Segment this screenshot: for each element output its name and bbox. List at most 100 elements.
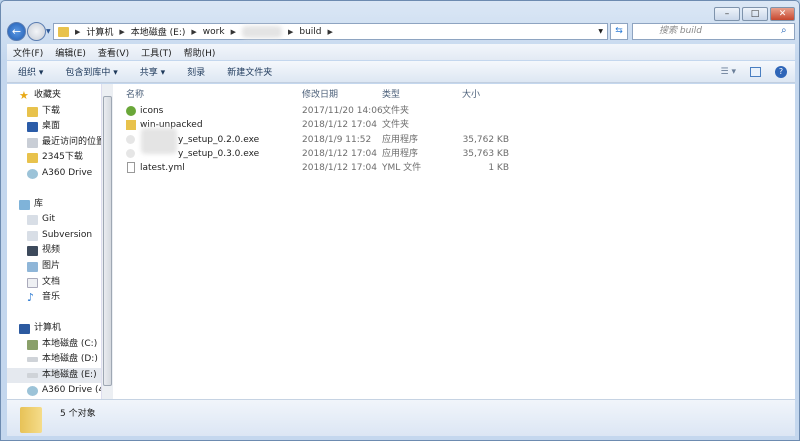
refresh-icon[interactable]: ⇆ — [610, 23, 628, 40]
menu-file[interactable]: 文件(F) — [13, 46, 43, 59]
column-header-name[interactable]: 名称 — [126, 87, 144, 100]
file-name: y_setup_0.3.0.exe — [178, 149, 260, 159]
new-folder-button[interactable]: 新建文件夹 — [227, 65, 272, 78]
sidebar-computer[interactable]: 计算机 — [19, 321, 61, 336]
column-header-type[interactable]: 类型 — [382, 87, 400, 100]
navigation-scrollbar[interactable] — [101, 84, 113, 399]
music-icon: ♪ — [27, 290, 35, 304]
sidebar-item-recent[interactable]: 最近访问的位置 — [27, 135, 101, 150]
file-row[interactable]: win-unpacked 2018/1/12 17:04 文件夹 — [113, 118, 795, 132]
sidebar-item-2345[interactable]: 2345下载 — [27, 150, 83, 165]
sidebar-label: 本地磁盘 (C:) — [42, 339, 98, 349]
sidebar-label: 库 — [34, 199, 44, 209]
view-options-icon[interactable]: ☰ ▾ — [721, 67, 736, 77]
chevron-right-icon: ▶ — [75, 27, 81, 36]
menu-tools[interactable]: 工具(T) — [141, 46, 172, 59]
close-button[interactable]: ✕ — [770, 7, 795, 21]
star-icon: ★ — [19, 88, 29, 102]
drive-icon — [27, 373, 38, 378]
back-button[interactable]: ← — [7, 22, 26, 41]
chevron-right-icon: ▶ — [191, 27, 197, 36]
forward-button[interactable] — [27, 22, 46, 41]
breadcrumb-work[interactable]: work — [203, 27, 225, 37]
folder-icon — [126, 106, 136, 116]
breadcrumb-build[interactable]: build — [299, 27, 321, 37]
minimize-button[interactable]: – — [714, 7, 740, 21]
share-button[interactable]: 共享 ▾ — [140, 65, 165, 78]
sidebar-item-subversion[interactable]: Subversion — [27, 228, 92, 243]
sidebar-label: A360 Drive (472 — [42, 385, 101, 395]
sidebar-item-desktop[interactable]: 桌面 — [27, 119, 60, 134]
sidebar-label: Git — [42, 214, 56, 224]
breadcrumb-redacted[interactable] — [241, 25, 282, 38]
file-row[interactable]: latest.yml 2018/1/12 17:04 YML 文件 1 KB — [113, 161, 795, 175]
recent-places-icon — [27, 137, 38, 148]
sidebar-label: Subversion — [42, 230, 93, 240]
search-icon[interactable]: ⌕ — [781, 25, 787, 36]
sidebar-item-drive-d[interactable]: 本地磁盘 (D:) — [27, 352, 98, 367]
sidebar-item-downloads[interactable]: 下载 — [27, 104, 60, 119]
burn-button[interactable]: 刻录 — [187, 65, 205, 78]
sidebar-label: 计算机 — [34, 323, 62, 333]
navigation-pane: ★ 收藏夹 下载 桌面 最近访问的位置 2345下载 A360 Drive 库 G… — [7, 84, 101, 399]
sidebar-item-a360[interactable]: A360 Drive — [27, 166, 92, 181]
command-bar: 组织 ▾ 包含到库中 ▾ 共享 ▾ 刻录 新建文件夹 ☰ ▾ ? — [7, 61, 795, 83]
file-date: 2018/1/12 17:04 — [302, 163, 377, 173]
sidebar-libraries[interactable]: 库 — [19, 197, 43, 212]
include-in-library-button[interactable]: 包含到库中 ▾ — [65, 65, 117, 78]
file-size: 1 KB — [488, 163, 509, 173]
column-header-size[interactable]: 大小 — [462, 87, 480, 100]
download-folder-icon — [27, 106, 38, 117]
organize-button[interactable]: 组织 ▾ — [18, 65, 43, 78]
file-list: 名称 修改日期 类型 大小 icons 2017/11/20 14:06 文件夹… — [113, 84, 795, 399]
menu-view[interactable]: 查看(V) — [98, 46, 129, 59]
menu-edit[interactable]: 编辑(E) — [55, 46, 86, 59]
exe-icon — [126, 135, 135, 144]
address-bar[interactable]: ▶ 计算机 ▶ 本地磁盘 (E:) ▶ work ▶ ▶ build ▶ ▼ — [53, 23, 608, 40]
file-date: 2018/1/9 11:52 — [302, 135, 372, 145]
help-icon[interactable]: ? — [775, 65, 787, 78]
library-doc-icon — [27, 214, 38, 225]
cloud-drive-icon — [27, 385, 38, 396]
menu-bar: 文件(F) 编辑(E) 查看(V) 工具(T) 帮助(H) — [7, 44, 795, 60]
sidebar-favorites[interactable]: ★ 收藏夹 — [19, 88, 61, 103]
sidebar-item-a360-drive[interactable]: A360 Drive (472 — [27, 383, 101, 398]
search-placeholder: 搜索 build — [659, 26, 702, 36]
sidebar-item-videos[interactable]: 视频 — [27, 243, 60, 258]
file-row[interactable]: icons 2017/11/20 14:06 文件夹 — [113, 104, 795, 118]
scrollbar-thumb[interactable] — [103, 96, 112, 386]
breadcrumb-drive-e[interactable]: 本地磁盘 (E:) — [131, 25, 186, 38]
documents-icon — [27, 277, 38, 288]
sidebar-label: 2345下载 — [42, 152, 83, 162]
file-type: 文件夹 — [382, 106, 410, 116]
address-dropdown-icon[interactable]: ▼ — [598, 28, 603, 35]
search-input[interactable]: 搜索 build — [632, 23, 795, 40]
chevron-right-icon: ▶ — [287, 27, 294, 36]
folder-icon — [58, 26, 69, 37]
sidebar-item-drive-e[interactable]: 本地磁盘 (E:) — [7, 368, 101, 383]
chevron-right-icon: ▶ — [119, 27, 125, 36]
breadcrumb-computer[interactable]: 计算机 — [86, 25, 113, 38]
file-name: icons — [140, 106, 164, 116]
sidebar-item-git[interactable]: Git — [27, 212, 55, 227]
file-type: 应用程序 — [382, 135, 419, 145]
menu-help[interactable]: 帮助(H) — [184, 46, 216, 59]
sidebar-item-music[interactable]: ♪ 音乐 — [27, 290, 60, 305]
sidebar-item-drive-c[interactable]: 本地磁盘 (C:) — [27, 337, 97, 352]
recent-pages-dropdown[interactable]: ▼ — [46, 28, 51, 35]
sidebar-item-documents[interactable]: 文档 — [27, 275, 60, 290]
desktop-icon — [27, 121, 38, 132]
sidebar-label: 下载 — [42, 106, 61, 116]
column-header-date[interactable]: 修改日期 — [302, 87, 338, 100]
explorer-window: – □ ✕ ← ▼ ▶ 计算机 ▶ 本地磁盘 (E:) ▶ work ▶ ▶ b… — [0, 0, 800, 441]
folder-icon — [27, 152, 38, 163]
preview-pane-icon[interactable] — [750, 66, 761, 77]
file-row[interactable]: y_setup_0.3.0.exe 2018/1/12 17:04 应用程序 3… — [113, 147, 795, 161]
file-date: 2018/1/12 17:04 — [302, 120, 377, 130]
folder-large-icon — [20, 407, 42, 433]
file-row[interactable]: y_setup_0.2.0.exe 2018/1/9 11:52 应用程序 35… — [113, 128, 795, 154]
video-icon — [27, 245, 38, 256]
sidebar-item-pictures[interactable]: 图片 — [27, 259, 60, 274]
maximize-button[interactable]: □ — [742, 7, 768, 21]
library-icon — [19, 199, 30, 210]
